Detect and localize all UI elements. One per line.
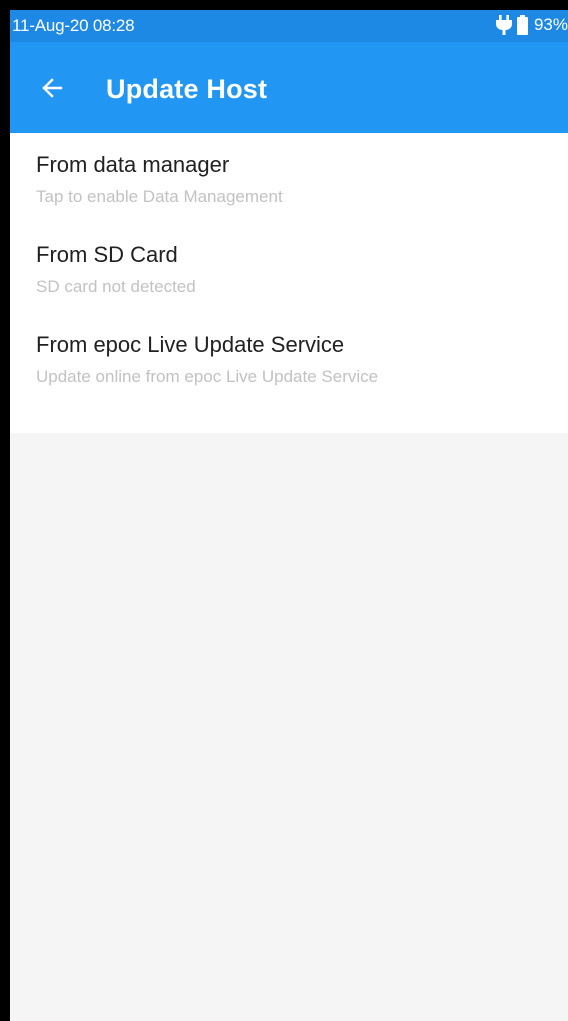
item-summary: Tap to enable Data Management (36, 187, 283, 206)
item-title: From epoc Live Update Service (36, 332, 345, 357)
item-summary: Update online from epoc Live Update Serv… (36, 367, 379, 386)
battery-percentage: 93% (533, 15, 568, 34)
screen: 11-Aug-20 08:28 93% Update Host From dat… (10, 10, 568, 1021)
item-title: From SD Card (36, 242, 178, 267)
page-title: Update Host (106, 74, 268, 104)
update-source-list: From data manager Tap to enable Data Man… (10, 133, 568, 433)
app-bar: Update Host (10, 42, 568, 133)
status-time: 11-Aug-20 08:28 (12, 16, 135, 35)
list-item-sd-card[interactable]: From SD Card SD card not detected (10, 241, 568, 331)
battery-icon (516, 15, 528, 35)
back-button[interactable] (30, 66, 74, 110)
status-bar: 11-Aug-20 08:28 93% (10, 10, 568, 42)
list-item-live-update-service[interactable]: From epoc Live Update Service Update onl… (10, 331, 568, 421)
arrow-left-icon (41, 77, 63, 99)
item-summary: SD card not detected (36, 277, 196, 296)
status-indicators: 93% (495, 13, 568, 37)
charging-plug-icon (495, 15, 512, 35)
item-title: From data manager (36, 152, 230, 177)
list-item-data-manager[interactable]: From data manager Tap to enable Data Man… (10, 151, 568, 241)
